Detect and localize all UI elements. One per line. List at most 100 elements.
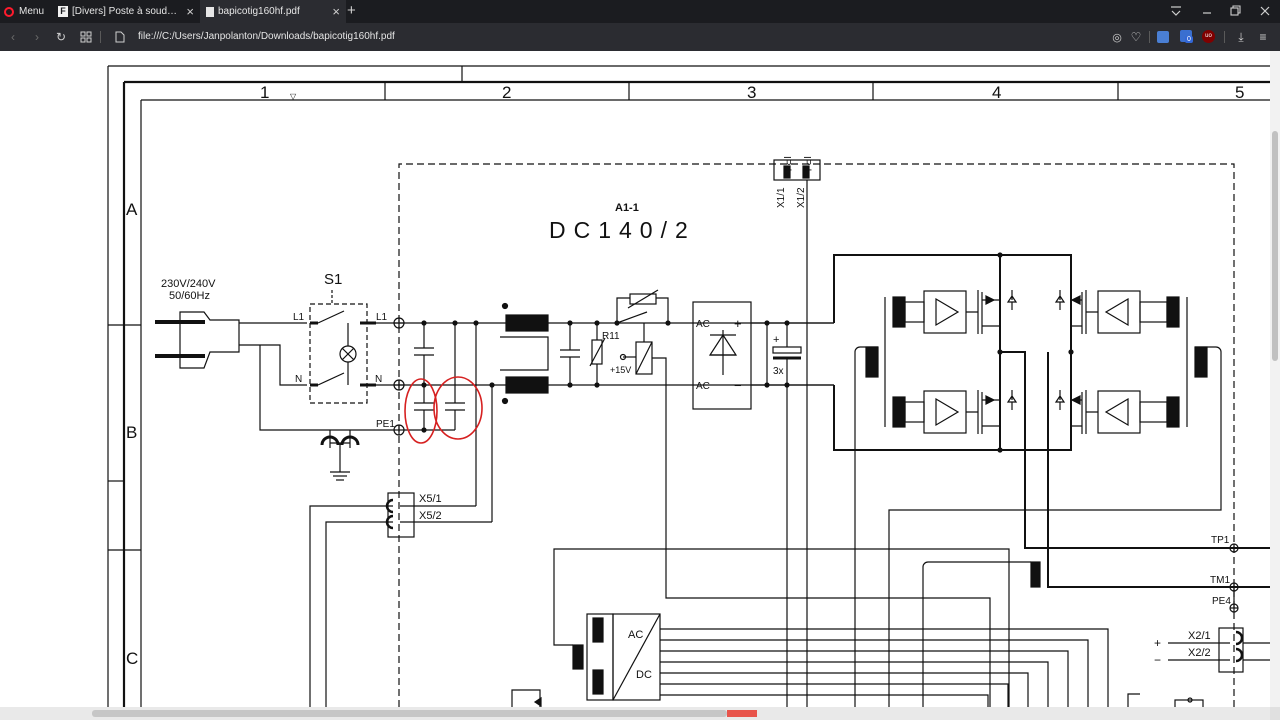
ublock-label: uo xyxy=(1205,33,1212,39)
output-terminals xyxy=(922,543,1270,707)
junction-dots xyxy=(421,252,1074,453)
rectifier-label: AC xyxy=(696,381,710,392)
restore-icon[interactable] xyxy=(1230,5,1241,16)
input-wiring xyxy=(239,322,834,481)
marker-triangle: ▽ xyxy=(290,92,297,101)
close-tab-icon[interactable]: × xyxy=(186,4,194,19)
connector-x5 xyxy=(309,492,492,707)
grid-labels: 1 2 3 4 5 A B C xyxy=(126,83,1244,668)
schematic-drawing: 1 2 3 4 5 A B C ▽ A1-1 DC140/2 230V/240V… xyxy=(107,65,1270,707)
module-name: DC140/2 xyxy=(549,217,696,243)
divider xyxy=(1149,31,1150,43)
forward-icon[interactable]: › xyxy=(30,23,44,51)
menu-label: Menu xyxy=(19,6,45,17)
rectifier-label: AC xyxy=(696,319,710,330)
mains-plug xyxy=(155,311,240,369)
row-label: A xyxy=(126,200,138,219)
terminal-label: TP1 xyxy=(1211,535,1230,546)
reload-icon[interactable]: ↻ xyxy=(54,23,68,51)
converter-label: DC xyxy=(636,669,652,681)
scroll-thumb[interactable] xyxy=(1272,131,1278,361)
page-icon xyxy=(115,31,125,43)
vertical-scrollbar[interactable] xyxy=(1270,51,1280,707)
capacitor-plus: + xyxy=(773,334,779,346)
bulk-capacitor xyxy=(766,180,808,707)
terminal-label: L1 xyxy=(376,312,388,323)
connector-label: X1/1 xyxy=(776,187,787,208)
connector-label: X2/2 xyxy=(1188,647,1211,659)
connector-label: IPd- xyxy=(801,156,812,174)
polarity-label: + xyxy=(1154,636,1161,650)
camera-icon[interactable]: ◎ xyxy=(1110,23,1124,51)
module-boundary xyxy=(398,163,1235,707)
tab-forum[interactable]: F [Divers] Poste à souder qu × xyxy=(52,0,200,23)
divider xyxy=(100,31,101,43)
connector-label: IPd+ xyxy=(781,156,792,177)
row-label: B xyxy=(126,423,137,442)
supply-frequency: 50/60Hz xyxy=(169,290,210,302)
scroll-marker xyxy=(727,710,757,717)
divider xyxy=(1224,31,1225,43)
highlight-circle xyxy=(433,376,483,440)
row-label: C xyxy=(126,649,138,668)
voltage-label: +15V xyxy=(610,365,631,375)
mosfets xyxy=(966,275,1098,440)
column-label: 5 xyxy=(1235,83,1244,102)
column-label: 4 xyxy=(992,83,1001,102)
window-controls xyxy=(1171,5,1270,16)
terminal-label: PE4 xyxy=(1212,596,1231,607)
terminal-label: TM1 xyxy=(1210,575,1230,586)
opera-menu-button[interactable]: Menu xyxy=(4,0,44,23)
switch-label: S1 xyxy=(324,271,342,288)
drawing-frame xyxy=(107,65,1270,707)
pdf-viewer[interactable]: 1 2 3 4 5 A B C ▽ A1-1 DC140/2 230V/240V… xyxy=(0,51,1270,707)
translate-extension-icon[interactable] xyxy=(1157,31,1169,43)
download-icon[interactable]: ⤓ xyxy=(1234,23,1248,51)
easy-setup-icon[interactable]: ≡ xyxy=(1256,23,1270,51)
highlight-circle xyxy=(404,378,438,444)
speed-dial-icon[interactable] xyxy=(80,31,92,43)
main-switch-s1 xyxy=(309,290,376,404)
address-bar: ‹ › ↻ file:///C:/Users/Janpolanton/Downl… xyxy=(0,23,1280,51)
capacitor-count: 3x xyxy=(773,366,784,377)
rectifier-label: + xyxy=(734,316,742,331)
url-field[interactable]: file:///C:/Users/Janpolanton/Downloads/b… xyxy=(138,31,395,42)
opera-logo-icon xyxy=(4,6,14,17)
scrollbar-corner xyxy=(1270,707,1280,720)
tab-pdf[interactable]: bapicotig160hf.pdf × xyxy=(200,0,346,23)
connector-x1 xyxy=(773,159,821,181)
converter-label: AC xyxy=(628,629,643,641)
close-tab-icon[interactable]: × xyxy=(332,4,340,19)
tab-title: bapicotig160hf.pdf xyxy=(218,6,300,17)
forum-favicon-icon: F xyxy=(58,6,68,17)
column-label: 1 xyxy=(260,83,269,102)
column-label: 3 xyxy=(747,83,756,102)
choke xyxy=(500,302,549,405)
resistor-label: R11 xyxy=(602,331,620,342)
scroll-thumb[interactable] xyxy=(92,710,727,717)
close-window-icon[interactable] xyxy=(1260,6,1270,16)
bridge-rectifier xyxy=(692,301,834,410)
pdf-file-icon xyxy=(206,6,214,17)
heart-icon[interactable]: ♡ xyxy=(1129,23,1143,51)
ublock-icon[interactable]: uo xyxy=(1202,30,1215,43)
connector-label: X5/2 xyxy=(419,510,442,522)
connector-label: X5/1 xyxy=(419,493,442,505)
rectifier-label: − xyxy=(734,378,742,393)
back-icon[interactable]: ‹ xyxy=(6,23,20,51)
tab-bar: Menu F [Divers] Poste à souder qu × bapi… xyxy=(0,0,1280,23)
polarity-label: − xyxy=(1154,653,1161,667)
tab-menu-icon[interactable] xyxy=(1171,6,1181,16)
extension-icon[interactable]: 0 xyxy=(1180,30,1193,43)
terminal-label: N xyxy=(375,374,382,385)
gate-drivers xyxy=(854,290,1222,707)
new-tab-button[interactable]: + xyxy=(347,2,356,19)
column-label: 2 xyxy=(502,83,511,102)
connector-label: X1/2 xyxy=(796,187,807,208)
module-id: A1-1 xyxy=(615,202,639,214)
connector-label: X2/1 xyxy=(1188,630,1211,642)
terminal-label: PE1 xyxy=(376,419,395,430)
aux-supply xyxy=(511,548,1204,707)
supply-voltage: 230V/240V xyxy=(161,278,216,290)
horizontal-scrollbar[interactable] xyxy=(0,707,1270,720)
